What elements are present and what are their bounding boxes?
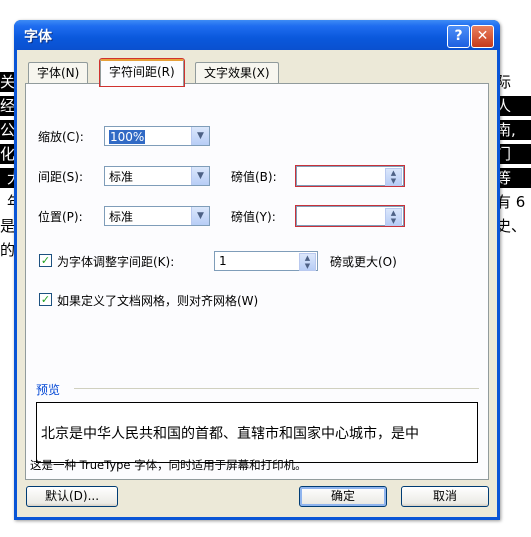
grid-checkbox[interactable]: ✓ [39,293,52,306]
position-pt-spinner[interactable]: ▲ ▼ [295,205,405,227]
spinner-updown-icon[interactable]: ▲ ▼ [299,253,316,271]
kerning-spinner[interactable]: 1 ▲ ▼ [214,251,318,271]
kerning-label: 为字体调整字间距(K): [57,255,175,269]
bg-text-line: 等 [496,168,531,188]
bg-text-line: 史、 [496,217,527,235]
position-value: 标准 [109,210,134,224]
kerning-suffix-label: 磅或更大(O) [330,255,397,269]
position-pt-label: 磅值(Y): [231,210,276,224]
cancel-button[interactable]: 取消 [401,486,489,507]
position-label: 位置(P): [38,210,83,224]
tab-character-spacing[interactable]: 字符间距(R) [99,58,185,87]
kerning-checkbox[interactable]: ✓ [39,254,52,267]
close-button[interactable]: ✕ [471,25,494,48]
background-document-right: 际 人 南, 门 等 有 6 史、 [496,70,531,270]
bg-text-line: 门 [496,144,531,164]
preview-text: 北京是中华人民共和国的首都、直辖市和国家中心城市，是中 [41,426,419,442]
preview-title: 预览 [36,383,61,397]
spacing-select[interactable]: 标准 ▼ [104,166,210,186]
chevron-down-icon[interactable]: ▼ [191,167,209,185]
preview-divider [74,388,479,389]
tab-font[interactable]: 字体(N) [28,62,89,84]
bg-text-line: 人 [496,96,531,116]
bg-text-line: 际 [496,73,512,91]
preview-box: 北京是中华人民共和国的首都、直辖市和国家中心城市，是中 [36,402,478,463]
scale-select[interactable]: 100% ▼ [104,126,210,146]
spacing-value: 标准 [109,170,134,184]
font-dialog: 字体 ? ✕ 字体(N) 文字效果(X) 缩放(C): 100% ▼ 间距(S)… [14,20,500,520]
scale-value: 100% [109,130,146,144]
bg-text-line: 南, [496,120,531,140]
spinner-updown-icon[interactable]: ▲ ▼ [385,168,402,186]
default-button[interactable]: 默认(D)... [26,486,118,507]
spacing-pt-spinner[interactable]: ▲ ▼ [295,165,405,187]
spacing-pt-label: 磅值(B): [231,170,277,184]
dialog-client: 字体(N) 文字效果(X) 缩放(C): 100% ▼ 间距(S): 标准 ▼ … [17,50,497,517]
spacing-label: 间距(S): [38,170,84,184]
chevron-down-icon[interactable]: ▼ [191,207,209,225]
help-button[interactable]: ? [447,25,470,48]
position-select[interactable]: 标准 ▼ [104,206,210,226]
character-spacing-panel: 缩放(C): 100% ▼ 间距(S): 标准 ▼ 磅值(B): ▲ ▼ 位置(P… [25,83,489,480]
bg-text-line: 有 6 [496,193,526,211]
tab-text-effects[interactable]: 文字效果(X) [195,62,279,84]
spinner-updown-icon[interactable]: ▲ ▼ [385,208,402,226]
kerning-value: 1 [219,254,227,268]
dialog-title: 字体 [24,29,52,45]
scale-label: 缩放(C): [38,130,84,144]
ok-button[interactable]: 确定 [299,486,387,507]
font-info-note: 这是一种 TrueType 字体，同时适用于屏幕和打印机。 [30,458,307,472]
chevron-down-icon[interactable]: ▼ [191,127,209,145]
title-bar[interactable]: 字体 ? ✕ [14,20,500,50]
grid-label: 如果定义了文档网格，则对齐网格(W) [57,294,259,308]
